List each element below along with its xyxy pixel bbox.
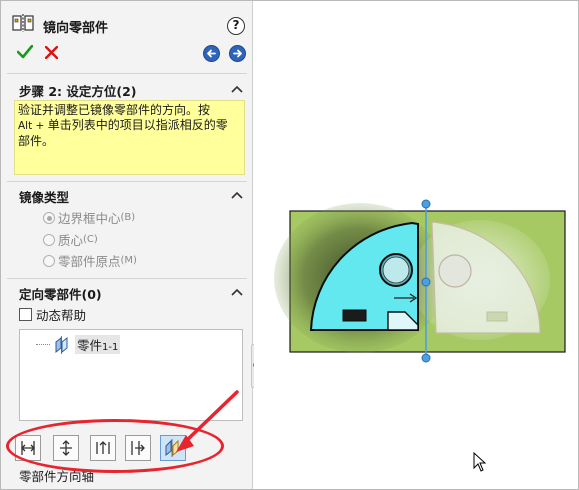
step-section-title: 步骤 2: 设定方位(2) — [19, 84, 137, 99]
graphics-area[interactable] — [254, 1, 578, 489]
radio-component-origin[interactable]: 零部件原点 (M) — [43, 251, 137, 270]
checkbox-box — [19, 308, 32, 321]
radio-indicator — [43, 211, 55, 224]
radio-shortcut: (C) — [83, 234, 98, 245]
chevron-up-icon[interactable] — [231, 85, 243, 93]
plane-handle-middle[interactable] — [421, 277, 431, 287]
radio-center-of-mass[interactable]: 质心 (C) — [43, 230, 98, 249]
component-list[interactable]: 零件1-1 — [19, 329, 243, 421]
message-line-2-text: 单击列表中的项目以指派相反的零 — [47, 118, 228, 132]
panel-header: 镜向零部件 ? — [1, 1, 252, 37]
message-line-3: 部件。 — [18, 134, 55, 148]
message-line-2: Alt + 单击列表中的项目以指派相反的零 — [18, 118, 241, 134]
part-icon — [55, 335, 68, 354]
component-instance: 1-1 — [102, 342, 119, 353]
mirrored-boss-hole — [438, 254, 472, 288]
ok-button[interactable] — [16, 43, 34, 64]
mirror-components-icon — [12, 14, 34, 32]
chevron-up-icon[interactable] — [231, 288, 243, 296]
radio-shortcut: (M) — [120, 255, 137, 266]
orient-section-title: 定向零部件(0) — [19, 287, 102, 302]
model-scene — [274, 199, 566, 363]
radio-shortcut: (B) — [120, 212, 136, 223]
plane-handle-bottom[interactable] — [421, 353, 431, 363]
message-line-1: 验证并调整已镜像零部件的方向。按 — [18, 103, 211, 117]
back-button[interactable] — [203, 45, 220, 62]
radio-bounding-box-center[interactable]: 边界框中心 (B) — [43, 208, 135, 227]
close-icon — [44, 45, 59, 60]
radio-label: 边界框中心 — [58, 211, 121, 226]
component-name: 零件1-1 — [75, 335, 121, 354]
slot — [342, 309, 367, 322]
help-button[interactable]: ? — [227, 17, 245, 35]
check-icon — [16, 44, 34, 59]
radio-label: 质心 — [58, 233, 84, 248]
mirrored-slot — [486, 311, 508, 322]
radio-indicator — [43, 254, 55, 267]
arrow-left-icon — [207, 49, 216, 58]
arrow-right-icon — [233, 49, 242, 58]
radio-indicator — [43, 233, 55, 246]
boss-hole-inner — [382, 256, 410, 284]
forward-button[interactable] — [229, 45, 246, 62]
radio-label: 零部件原点 — [58, 254, 121, 269]
step-message: 验证并调整已镜像零部件的方向。按 Alt + 单击列表中的项目以指派相反的零 部… — [14, 100, 245, 175]
component-label: 零件 — [77, 338, 103, 353]
mouse-cursor-icon — [473, 452, 487, 472]
divider — [7, 181, 247, 182]
list-item[interactable]: 零件1-1 — [36, 335, 121, 354]
tree-connector — [36, 344, 50, 345]
dynamic-help-checkbox[interactable]: 动态帮助 — [19, 305, 86, 324]
divider — [7, 73, 247, 74]
checkbox-label: 动态帮助 — [36, 308, 87, 323]
chevron-up-icon[interactable] — [231, 191, 243, 199]
cancel-button[interactable] — [44, 43, 59, 64]
property-manager-panel: 镜向零部件 ? 步骤 2: 设定方位(2) 验证并调整已镜像零部件的方向。按 A… — [1, 1, 253, 489]
mirror-type-title: 镜像类型 — [19, 190, 70, 205]
message-key-hint: Alt + — [18, 120, 48, 132]
page-title: 镜向零部件 — [43, 21, 109, 36]
plane-handle-top[interactable] — [421, 199, 431, 209]
annotation-ellipse — [6, 419, 224, 473]
divider — [7, 278, 247, 279]
